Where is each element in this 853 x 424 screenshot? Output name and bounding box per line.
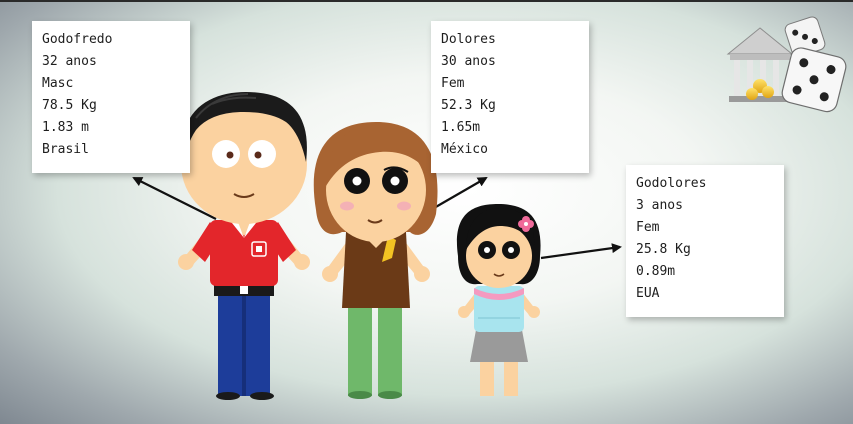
arrow-godolores	[540, 243, 622, 260]
person-name: Godofredo	[42, 32, 113, 47]
person-name: Dolores	[441, 32, 496, 47]
info-card-godofredo: Godofredo 32 anos Masc 78.5 Kg 1.83 m Br…	[32, 21, 190, 173]
character-godofredo	[178, 92, 310, 400]
person-age: 32 anos	[42, 54, 97, 69]
info-card-godolores: Godolores 3 anos Fem 25.8 Kg 0.89m EUA	[626, 165, 784, 317]
person-weight: 78.5 Kg	[42, 98, 97, 113]
person-age: 3 anos	[636, 198, 683, 213]
dice-icon	[781, 16, 847, 113]
info-card-dolores: Dolores 30 anos Fem 52.3 Kg 1.65m México	[431, 21, 589, 173]
person-country: Brasil	[42, 142, 89, 157]
person-height: 0.89m	[636, 264, 676, 279]
person-height: 1.83 m	[42, 120, 89, 135]
person-sex: Fem	[441, 76, 465, 91]
person-country: México	[441, 142, 488, 157]
person-country: EUA	[636, 286, 660, 301]
person-weight: 52.3 Kg	[441, 98, 496, 113]
person-name: Godolores	[636, 176, 707, 191]
person-sex: Fem	[636, 220, 660, 235]
character-dolores	[313, 122, 438, 399]
person-age: 30 anos	[441, 54, 496, 69]
character-godolores	[456, 204, 541, 396]
person-height: 1.65m	[441, 120, 481, 135]
person-sex: Masc	[42, 76, 74, 91]
arrow-dolores	[433, 177, 488, 209]
person-weight: 25.8 Kg	[636, 242, 691, 257]
